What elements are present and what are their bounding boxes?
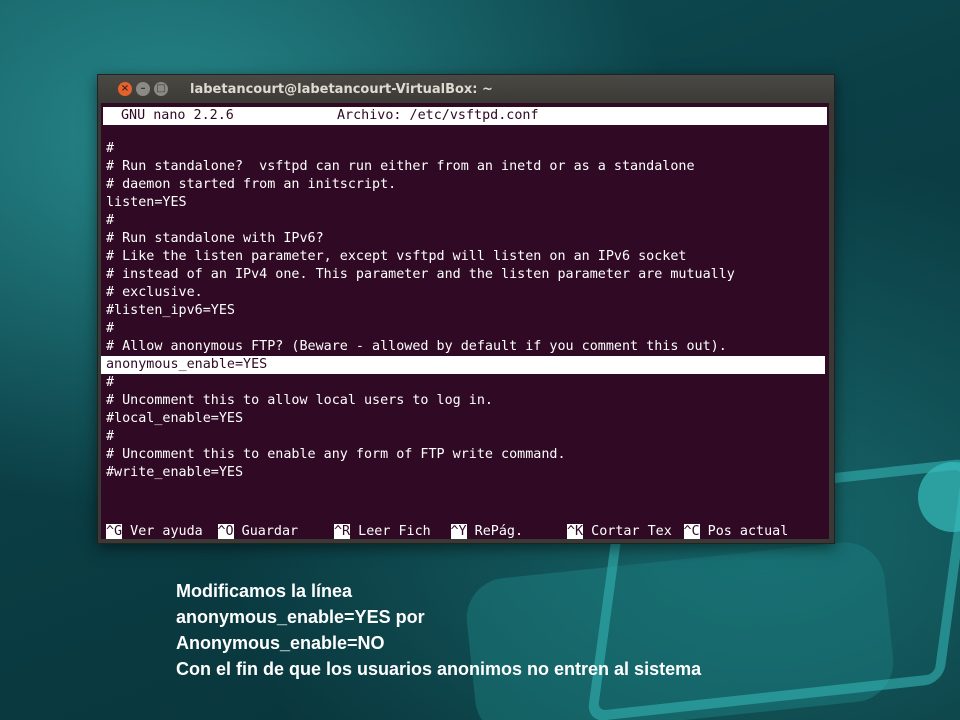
nano-editor[interactable]: GNU nano 2.2.6 Archivo: /etc/vsftpd.conf… — [101, 103, 829, 539]
shortcut-row-1: ^G Ver ayuda ^O Guardar ^R Leer Fich ^Y ReP… — [101, 523, 800, 539]
nano-shortcut-bar: ^G Ver ayuda ^O Guardar ^R Leer Fich ^Y ReP… — [101, 523, 800, 539]
shortcut-item: ^O Guardar — [217, 523, 335, 539]
shortcut-key: ^O — [217, 524, 234, 539]
editor-line[interactable]: # — [101, 374, 829, 392]
close-window-button[interactable]: × — [118, 82, 132, 96]
editor-line[interactable]: listen=YES — [101, 194, 829, 212]
nano-version: GNU nano 2.2.6 — [121, 108, 234, 123]
editor-line[interactable]: #local_enable=YES — [101, 410, 829, 428]
editor-line[interactable]: # daemon started from an initscript. — [101, 176, 829, 194]
nano-filename: Archivo: /etc/vsftpd.conf — [337, 108, 539, 123]
shortcut-item: ^Y RePág. — [450, 523, 568, 539]
slide-background: × – □ labetancourt@labetancourt-VirtualB… — [0, 0, 960, 720]
editor-line[interactable]: # Uncomment this to enable any form of F… — [101, 446, 829, 464]
nano-text-area[interactable]: # # Run standalone? vsftpd can run either… — [101, 140, 829, 482]
shortcut-key: ^K — [567, 524, 584, 539]
shortcut-label: Cortar Tex — [583, 524, 672, 539]
terminal-window[interactable]: × – □ labetancourt@labetancourt-VirtualB… — [97, 74, 835, 544]
editor-line[interactable]: # — [101, 320, 829, 338]
window-titlebar[interactable]: × – □ labetancourt@labetancourt-VirtualB… — [98, 75, 834, 103]
nano-header-bar: GNU nano 2.2.6 Archivo: /etc/vsftpd.conf — [103, 107, 827, 125]
shortcut-key: ^Y — [450, 524, 467, 539]
shortcut-label: Guardar — [233, 524, 299, 539]
shortcut-key: ^C — [683, 524, 700, 539]
caption-line-2: anonymous_enable=YES por — [176, 607, 425, 627]
shortcut-item: ^R Leer Fich — [334, 523, 451, 539]
editor-line[interactable]: #write_enable=YES — [101, 464, 829, 482]
shortcut-label: Pos actual — [699, 524, 789, 539]
slide-caption: Modificamos la línea anonymous_enable=YE… — [176, 578, 701, 682]
caption-line-3: Anonymous_enable=NO — [176, 633, 385, 653]
caption-line-4: Con el fin de que los usuarios anonimos … — [176, 659, 702, 679]
editor-line[interactable]: # Uncomment this to allow local users to… — [101, 392, 829, 410]
shortcut-label: Leer Fich — [350, 524, 431, 539]
editor-line[interactable]: # exclusive. — [101, 284, 829, 302]
editor-line[interactable]: # — [101, 212, 829, 230]
editor-line[interactable]: # — [101, 140, 829, 158]
maximize-window-button[interactable]: □ — [154, 82, 168, 96]
shortcut-key: ^G — [106, 524, 123, 539]
window-title: labetancourt@labetancourt-VirtualBox: ~ — [190, 81, 493, 97]
shortcut-item: ^C Pos actual — [683, 523, 801, 539]
shortcut-item: ^G Ver ayuda — [101, 523, 218, 539]
editor-line[interactable]: # Allow anonymous FTP? (Beware - allowed… — [101, 338, 829, 356]
editor-line[interactable]: # instead of an IPv4 one. This parameter… — [101, 266, 829, 284]
editor-line[interactable]: # — [101, 428, 829, 446]
editor-line[interactable]: # Run standalone with IPv6? — [101, 230, 829, 248]
shortcut-label: Ver ayuda — [122, 524, 203, 539]
editor-line[interactable]: # Run standalone? vsftpd can run either … — [101, 158, 829, 176]
shortcut-label: RePág. — [466, 524, 524, 539]
editor-line[interactable]: # Like the listen parameter, except vsft… — [101, 248, 829, 266]
shortcut-key: ^R — [334, 524, 351, 539]
caption-line-1: Modificamos la línea — [176, 581, 353, 601]
shortcut-item: ^K Cortar Tex — [567, 523, 684, 539]
minimize-window-button[interactable]: – — [136, 82, 150, 96]
editor-line-highlighted[interactable]: anonymous_enable=YES — [101, 356, 825, 374]
editor-line[interactable]: #listen_ipv6=YES — [101, 302, 829, 320]
